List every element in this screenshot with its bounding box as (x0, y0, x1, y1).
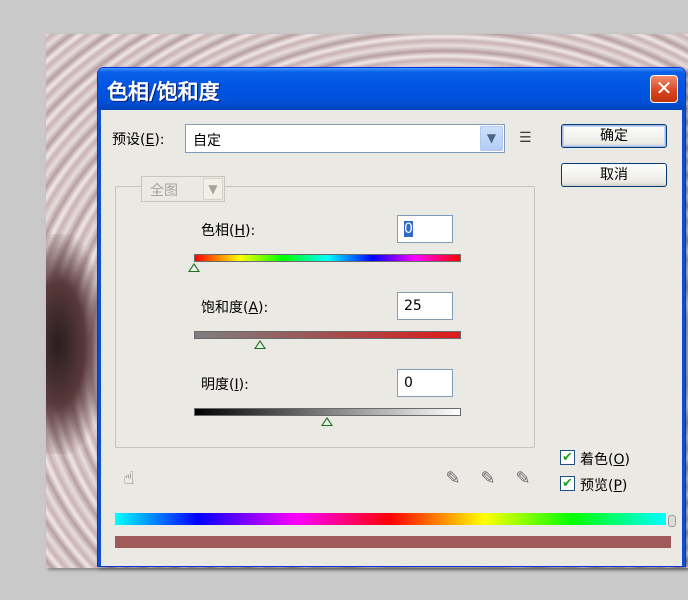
hue-slider-track[interactable] (194, 254, 461, 262)
preview-label[interactable]: 预览(P) (580, 475, 627, 495)
preview-checkbox[interactable]: ✔ (560, 476, 575, 491)
saturation-slider-thumb[interactable] (254, 340, 266, 349)
chevron-down-icon[interactable]: ▼ (203, 178, 223, 200)
close-icon: ✕ (655, 76, 673, 100)
preset-label: 预设(E): (112, 132, 165, 148)
dialog-title: 色相/饱和度 (107, 80, 220, 104)
eyedropper-icon[interactable]: ✎ (442, 467, 464, 491)
ok-button[interactable]: 确定 (561, 124, 667, 148)
hue-input[interactable]: 0 (397, 215, 453, 243)
preset-select[interactable]: 自定 ▼ (185, 124, 505, 153)
colorize-label[interactable]: 着色(O) (580, 449, 630, 469)
channel-value: 全图 (150, 183, 178, 199)
channel-select[interactable]: 全图 ▼ (141, 176, 225, 202)
lightness-slider-track[interactable] (194, 408, 461, 416)
close-button[interactable]: ✕ (650, 75, 678, 103)
lightness-input[interactable]: 0 (397, 369, 453, 397)
colorize-checkbox[interactable]: ✔ (560, 450, 575, 465)
saturation-slider-track[interactable] (194, 331, 461, 339)
cancel-button[interactable]: 取消 (561, 163, 667, 187)
input-color-spectrum-bar (115, 513, 666, 525)
lightness-label: 明度(I): (201, 377, 249, 393)
eyedropper-subtract-icon[interactable]: ✎ (512, 467, 534, 491)
range-handle[interactable] (668, 515, 676, 527)
dialog-border-right (682, 110, 685, 566)
eyedropper-add-icon[interactable]: ✎ (477, 467, 499, 491)
hue-slider-thumb[interactable] (188, 263, 200, 272)
saturation-label: 饱和度(A): (201, 300, 269, 316)
preset-value: 自定 (193, 133, 221, 149)
title-bar[interactable]: 色相/饱和度 ✕ (98, 68, 685, 110)
hue-label: 色相(H): (201, 223, 256, 239)
output-color-bar (115, 536, 671, 548)
preset-options-menu-icon[interactable]: ☰ (519, 130, 537, 146)
saturation-input[interactable]: 25 (397, 292, 453, 320)
hue-saturation-dialog: 色相/饱和度 ✕ 预设(E): 自定 ▼ ☰ 确定 取消 全图 ▼ 色相(H):… (97, 67, 686, 567)
chevron-down-icon[interactable]: ▼ (480, 126, 503, 151)
hand-adjust-icon[interactable]: ☝ (118, 467, 140, 491)
lightness-slider-thumb[interactable] (321, 417, 333, 426)
dialog-border-left (98, 110, 101, 566)
